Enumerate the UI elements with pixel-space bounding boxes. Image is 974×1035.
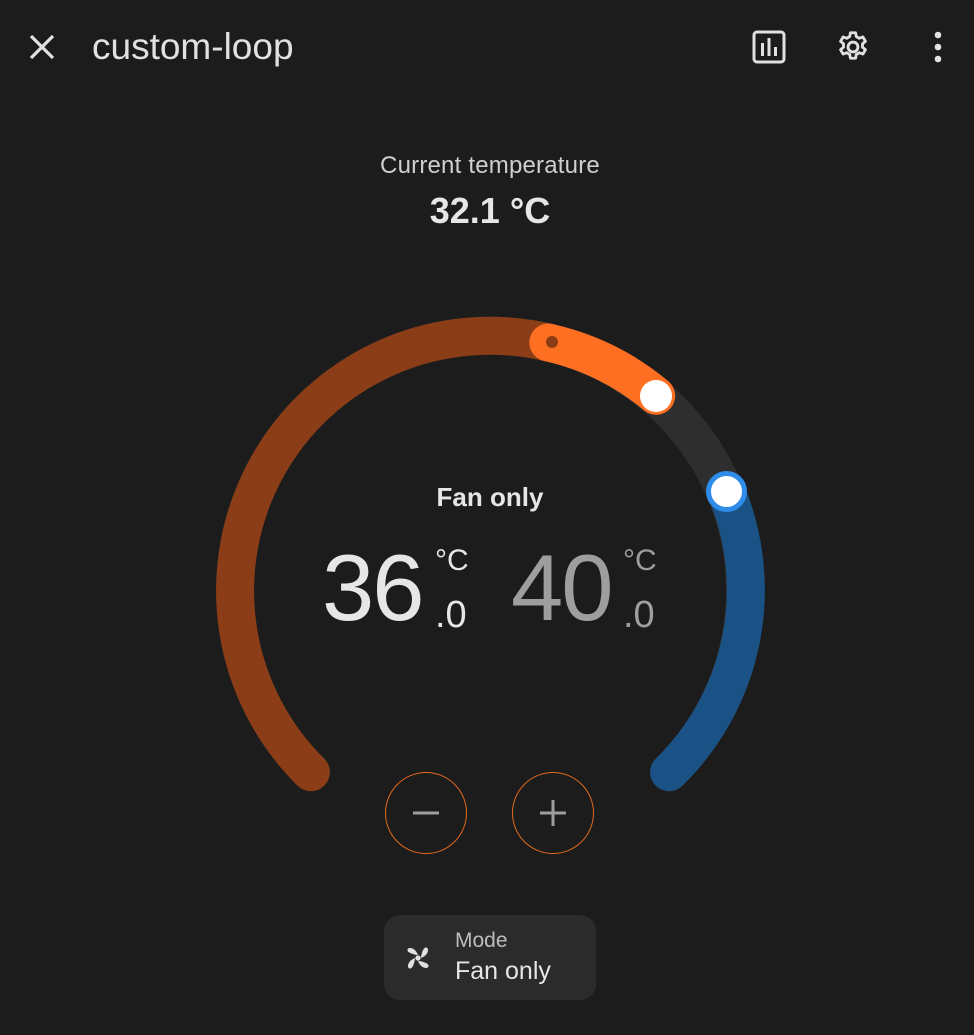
plus-icon: [540, 800, 566, 826]
high-setpoint-integer: 40: [511, 535, 614, 640]
heat-active-segment: [529, 323, 676, 415]
mode-label: Mode: [455, 929, 508, 952]
low-setpoint-integer: 36: [322, 535, 425, 640]
high-setpoint-decimal: .0: [623, 594, 655, 636]
mode-value: Fan only: [455, 957, 551, 985]
high-setpoint-unit: °C: [623, 544, 657, 577]
minus-icon: [413, 811, 439, 815]
current-temperature-marker: [546, 336, 558, 348]
mode-selector[interactable]: Mode Fan only: [384, 915, 596, 1000]
increase-button[interactable]: [512, 772, 594, 854]
low-setpoint-unit: °C: [435, 544, 469, 577]
temperature-dial[interactable]: [0, 0, 974, 1035]
hvac-mode-label: Fan only: [436, 482, 544, 512]
low-setpoint-handle[interactable]: [640, 380, 672, 412]
decrease-button[interactable]: [385, 772, 467, 854]
fan-icon: [407, 947, 429, 969]
low-setpoint-decimal: .0: [435, 594, 467, 636]
